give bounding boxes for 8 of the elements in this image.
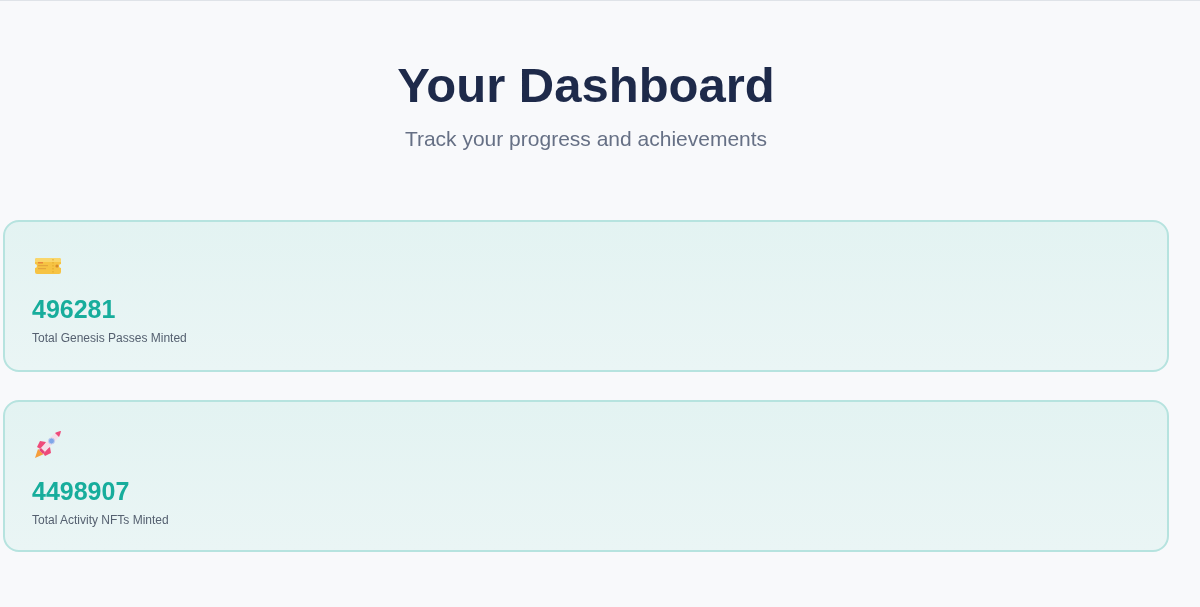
- page-subtitle: Track your progress and achievements: [404, 126, 768, 152]
- ticket-icon: [35, 258, 61, 274]
- page-title: Your Dashboard: [397, 57, 775, 114]
- stat-value: 496281: [32, 294, 116, 324]
- stat-label: Total Activity NFTs Minted: [32, 512, 169, 528]
- rocket-icon: [35, 431, 61, 458]
- stat-value: 4498907: [32, 476, 130, 506]
- stat-label: Total Genesis Passes Minted: [32, 330, 187, 346]
